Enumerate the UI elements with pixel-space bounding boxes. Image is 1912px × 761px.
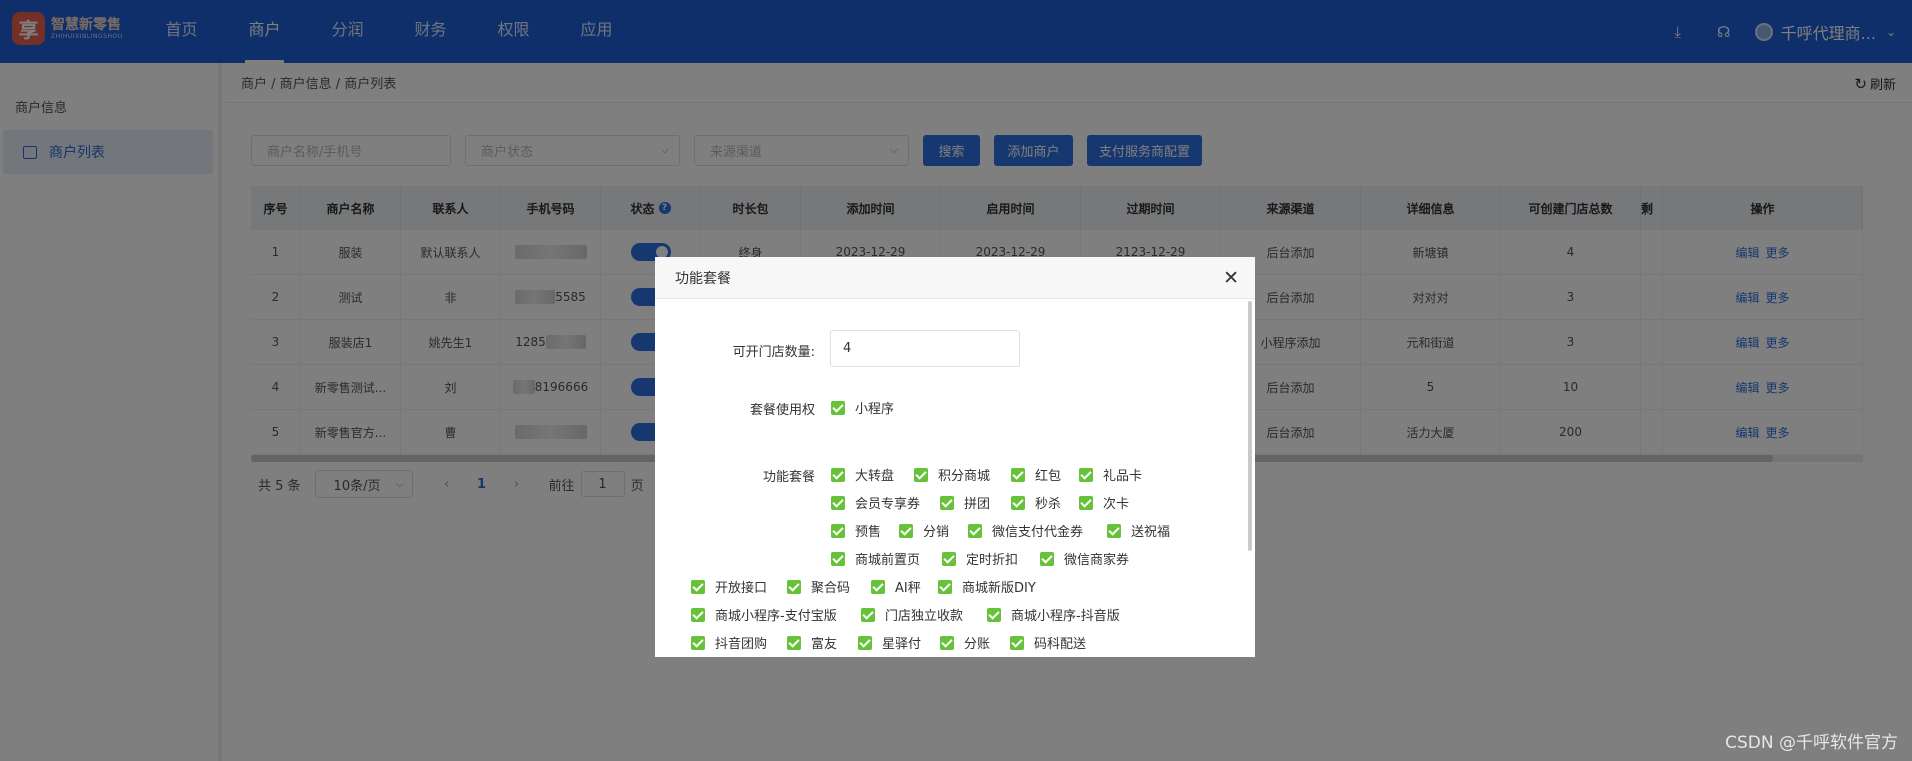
dialog-header: 功能套餐 ✕	[655, 257, 1255, 299]
checkbox-item[interactable]: 聚合码	[787, 577, 850, 596]
checkbox[interactable]	[1040, 551, 1054, 566]
close-icon[interactable]: ✕	[1223, 267, 1239, 289]
checkbox-item[interactable]: 码科配送	[1010, 633, 1086, 652]
checkbox[interactable]	[940, 495, 954, 510]
checkbox-label: 小程序	[855, 402, 895, 417]
checkbox-item[interactable]: 微信商家券	[1040, 549, 1129, 568]
checkbox-item[interactable]: 星驿付	[858, 633, 921, 652]
checkbox-item[interactable]: 商城小程序-抖音版	[987, 605, 1120, 624]
checkbox-item[interactable]: 会员专享券	[831, 493, 920, 512]
checkbox-item[interactable]: 送祝福	[1107, 521, 1170, 540]
checkbox-label: 星驿付	[882, 637, 922, 652]
checkbox-label: 商城前置页	[855, 553, 921, 568]
checkbox[interactable]	[987, 607, 1001, 622]
checkbox-item[interactable]: 富友	[787, 633, 837, 652]
checkbox[interactable]	[938, 579, 952, 594]
checkbox-label: 秒杀	[1035, 497, 1062, 512]
checkbox[interactable]	[831, 523, 845, 538]
checkbox-item[interactable]: 分销	[899, 521, 949, 540]
package-dialog: 功能套餐 ✕ 可开门店数量: 4 套餐使用权 小程序 功能套餐 大转盘 积分商城…	[655, 257, 1255, 657]
checkbox-label: 门店独立收款	[885, 609, 964, 624]
checkbox-item[interactable]: 秒杀	[1011, 493, 1061, 512]
checkbox[interactable]	[831, 400, 845, 415]
checkbox[interactable]	[831, 551, 845, 566]
checkbox[interactable]	[899, 523, 913, 538]
checkbox-item[interactable]: 预售	[831, 521, 881, 540]
checkbox-label: 积分商城	[938, 469, 991, 484]
checkbox[interactable]	[940, 635, 954, 650]
watermark: CSDN @千呼软件官方	[1725, 733, 1898, 753]
checkbox[interactable]	[787, 635, 801, 650]
checkbox[interactable]	[831, 467, 845, 482]
checkbox-item[interactable]: 次卡	[1079, 493, 1129, 512]
checkbox[interactable]	[858, 635, 872, 650]
checkbox-item[interactable]: 礼品卡	[1079, 465, 1142, 484]
checkbox-label: 拼团	[964, 497, 991, 512]
checkbox-item[interactable]: 分账	[940, 633, 990, 652]
checkbox-label: 开放接口	[715, 581, 768, 596]
checkbox-item[interactable]: 定时折扣	[942, 549, 1018, 568]
checkbox-label: 商城小程序-支付宝版	[715, 609, 837, 624]
dialog-scrollbar[interactable]	[1248, 301, 1252, 551]
checkbox[interactable]	[1011, 495, 1025, 510]
checkbox[interactable]	[871, 579, 885, 594]
checkbox-label: 分销	[923, 525, 950, 540]
checkbox-item[interactable]: 商城前置页	[831, 549, 920, 568]
checkbox-label: 抖音团购	[715, 637, 768, 652]
package-label: 功能套餐	[762, 470, 815, 485]
checkbox-label: 红包	[1035, 469, 1062, 484]
checkbox[interactable]	[1079, 467, 1093, 482]
checkbox-label: 聚合码	[811, 581, 851, 596]
checkbox[interactable]	[691, 607, 705, 622]
checkbox-label: 定时折扣	[966, 553, 1019, 568]
checkbox-item[interactable]: 红包	[1011, 465, 1061, 484]
checkbox-label: 微信商家券	[1064, 553, 1130, 568]
checkbox-item[interactable]: 微信支付代金券	[968, 521, 1083, 540]
checkbox-label: 商城新版DIY	[962, 581, 1036, 596]
checkbox-mini-program[interactable]: 小程序	[831, 398, 894, 417]
checkbox-label: AI秤	[895, 581, 921, 596]
checkbox[interactable]	[691, 579, 705, 594]
checkbox[interactable]	[968, 523, 982, 538]
checkbox-item[interactable]: 大转盘	[831, 465, 894, 484]
dialog-title: 功能套餐	[675, 270, 731, 287]
checkbox[interactable]	[1079, 495, 1093, 510]
checkbox-label: 分账	[964, 637, 991, 652]
checkbox-item[interactable]: 商城小程序-支付宝版	[691, 605, 837, 624]
checkbox[interactable]	[831, 495, 845, 510]
checkbox[interactable]	[942, 551, 956, 566]
checkbox-label: 大转盘	[855, 469, 895, 484]
checkbox[interactable]	[787, 579, 801, 594]
store-count-input[interactable]: 4	[830, 330, 1020, 367]
checkbox[interactable]	[1107, 523, 1121, 538]
checkbox-label: 微信支付代金券	[992, 525, 1084, 540]
checkbox-label: 会员专享券	[855, 497, 921, 512]
checkbox[interactable]	[914, 467, 928, 482]
checkbox-label: 送祝福	[1131, 525, 1171, 540]
checkbox-label: 礼品卡	[1103, 469, 1143, 484]
checkbox[interactable]	[1010, 635, 1024, 650]
checkbox[interactable]	[861, 607, 875, 622]
checkbox[interactable]	[691, 635, 705, 650]
checkbox-label: 码科配送	[1034, 637, 1087, 652]
dialog-body: 可开门店数量: 4 套餐使用权 小程序 功能套餐 大转盘 积分商城 红包 礼品卡…	[655, 299, 1255, 657]
checkbox-label: 预售	[855, 525, 882, 540]
checkbox[interactable]	[1011, 467, 1025, 482]
checkbox-item[interactable]: 拼团	[940, 493, 990, 512]
checkbox-item[interactable]: 开放接口	[691, 577, 767, 596]
checkbox-label: 富友	[811, 637, 838, 652]
usage-label: 套餐使用权	[749, 403, 815, 418]
checkbox-label: 商城小程序-抖音版	[1011, 609, 1120, 624]
checkbox-item[interactable]: 积分商城	[914, 465, 990, 484]
checkbox-label: 次卡	[1103, 497, 1130, 512]
checkbox-item[interactable]: 商城新版DIY	[938, 577, 1036, 596]
store-count-label: 可开门店数量:	[732, 345, 815, 360]
checkbox-item[interactable]: 门店独立收款	[861, 605, 963, 624]
checkbox-item[interactable]: AI秤	[871, 577, 921, 596]
checkbox-item[interactable]: 抖音团购	[691, 633, 767, 652]
